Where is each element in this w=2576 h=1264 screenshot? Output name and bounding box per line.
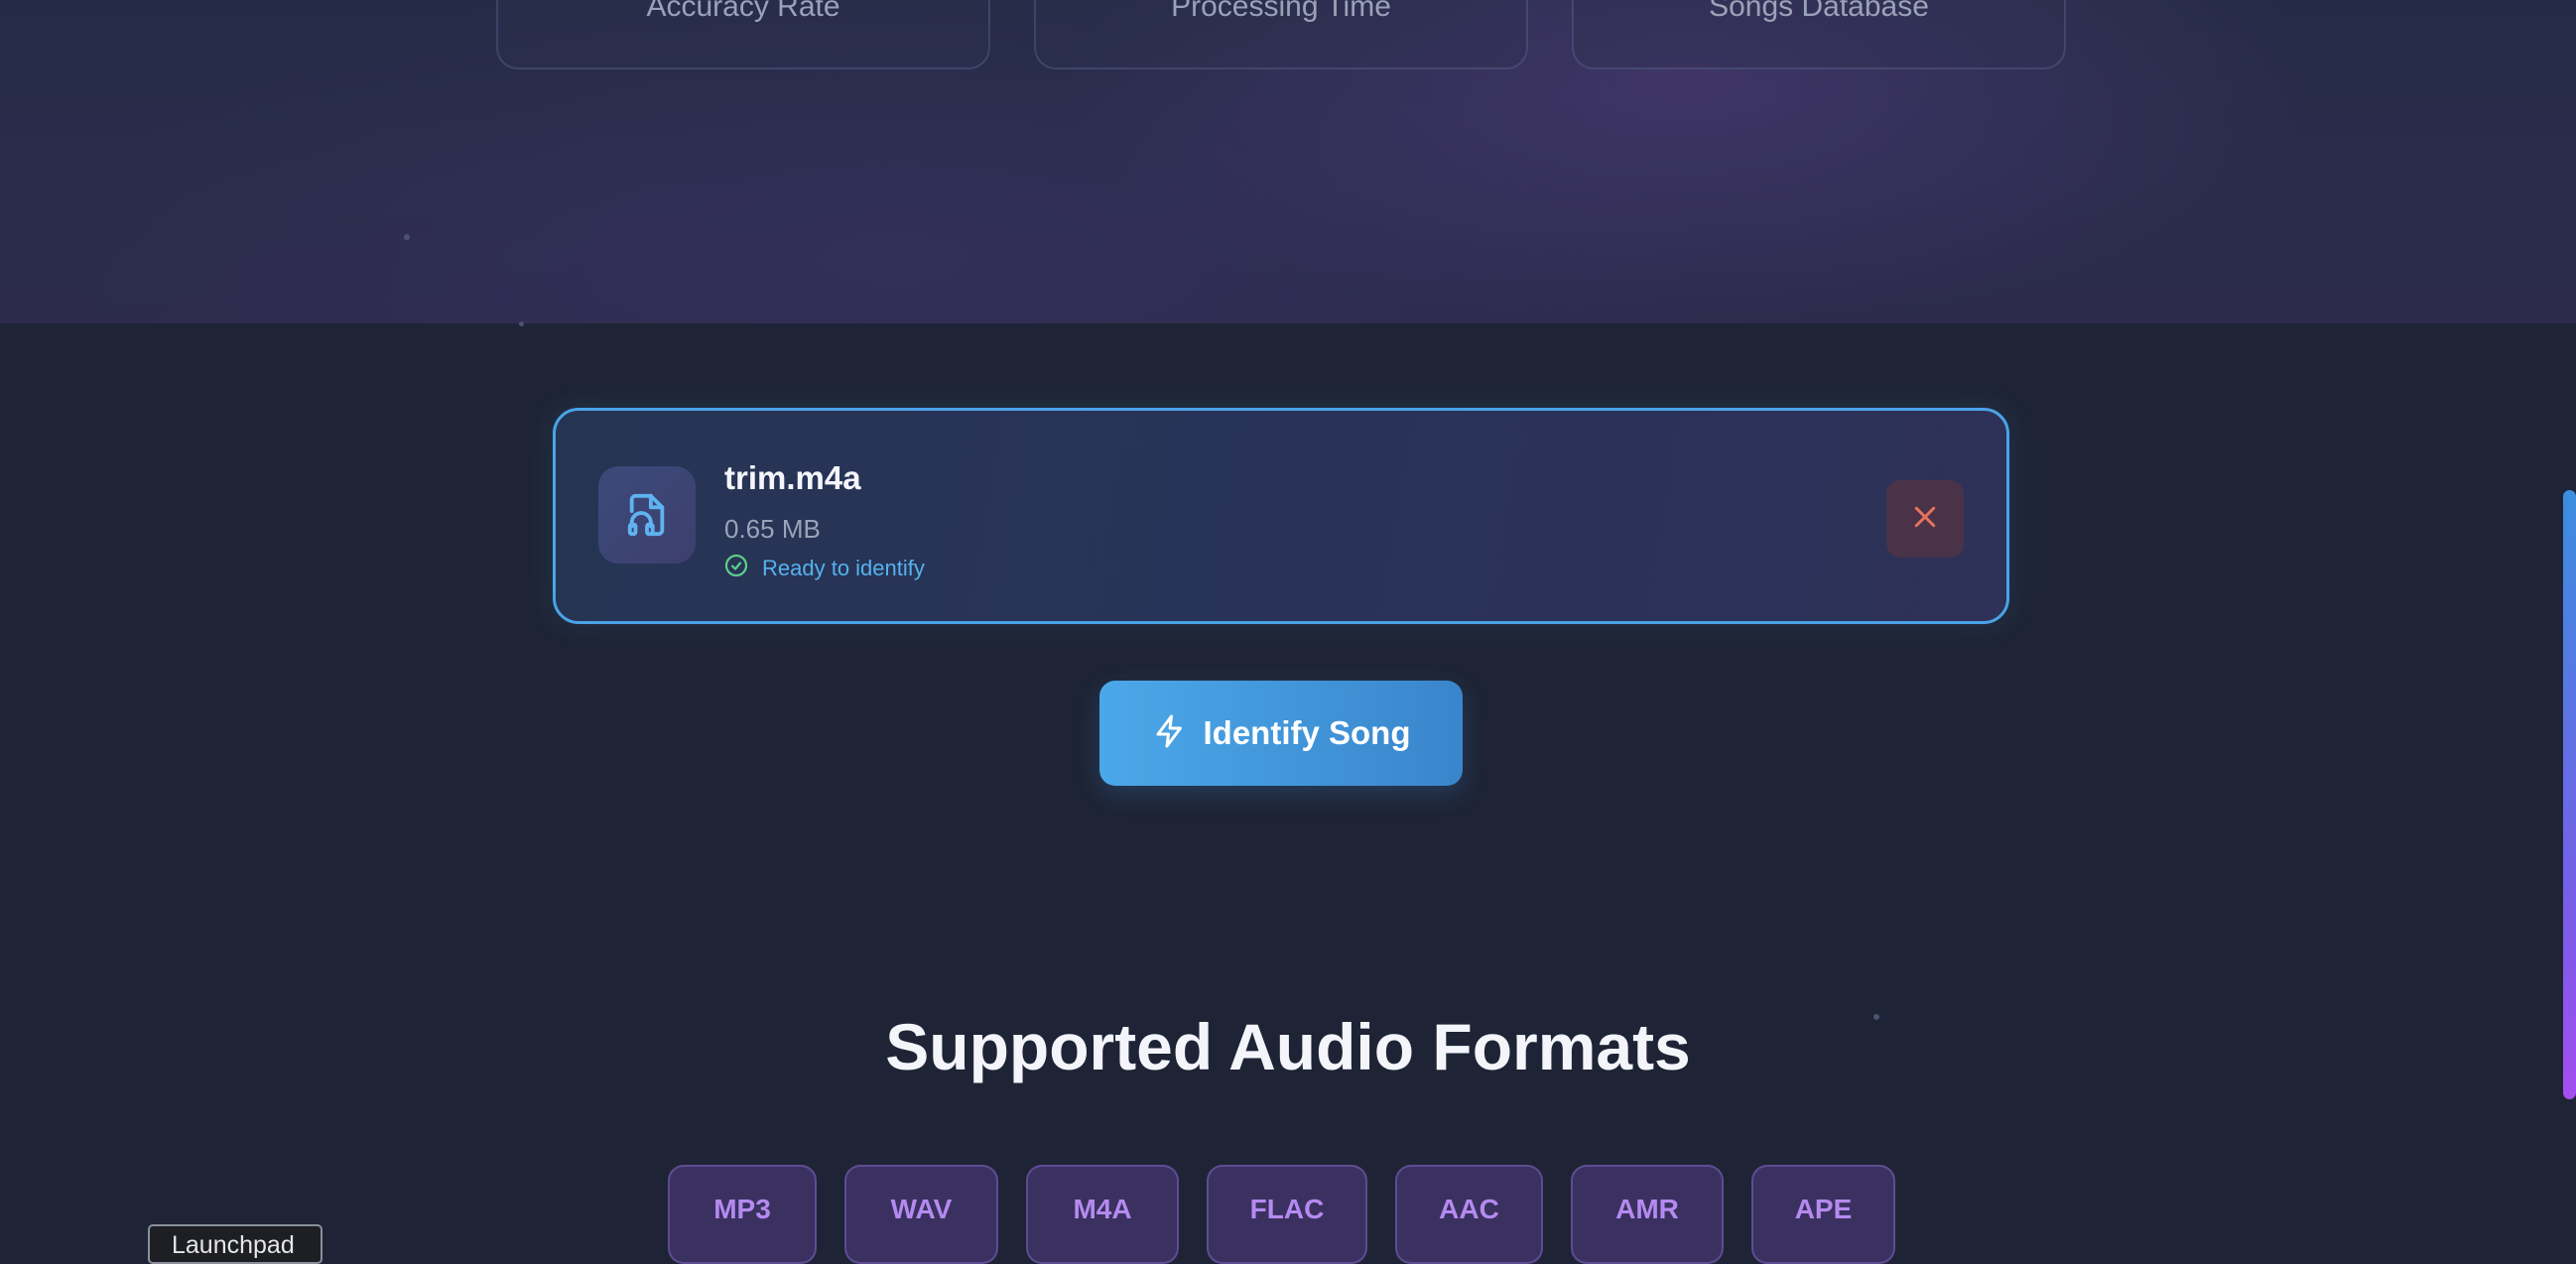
lightning-icon <box>1152 712 1188 755</box>
file-size: 0.65 MB <box>724 514 821 544</box>
format-label: AAC <box>1439 1194 1499 1224</box>
file-name: trim.m4a <box>724 459 861 496</box>
file-status: Ready to identify <box>724 554 925 582</box>
format-chip-mp3: MP3 <box>668 1165 817 1264</box>
format-label: AMR <box>1615 1194 1679 1224</box>
format-label: M4A <box>1073 1194 1132 1224</box>
stat-label: Processing Time <box>1171 0 1391 23</box>
formats-section-title: Supported Audio Formats <box>885 1010 1691 1083</box>
check-circle-icon <box>724 554 748 582</box>
format-chip-wav: WAV <box>844 1165 998 1264</box>
remove-file-button[interactable] <box>1886 480 1964 558</box>
hero-section: Accuracy Rate Processing Time Songs Data… <box>0 0 2576 326</box>
format-label: APE <box>1794 1194 1853 1224</box>
launchpad-tooltip: Launchpad <box>148 1224 322 1264</box>
decorative-dot <box>404 234 410 240</box>
identify-song-button[interactable]: Identify Song <box>1099 681 1463 786</box>
identify-song-label: Identify Song <box>1203 714 1411 751</box>
stat-label: Accuracy Rate <box>646 0 840 23</box>
file-audio-icon <box>598 466 696 564</box>
page-scrollbar[interactable] <box>2563 490 2576 1099</box>
format-chip-ape: APE <box>1751 1165 1895 1264</box>
uploaded-file-card: trim.m4a 0.65 MB Ready to identify <box>553 408 2009 624</box>
stat-card-accuracy: Accuracy Rate <box>496 0 990 69</box>
decorative-dot <box>519 321 524 326</box>
file-status-text: Ready to identify <box>762 555 925 580</box>
format-chip-aac: AAC <box>1395 1165 1543 1264</box>
format-chip-amr: AMR <box>1571 1165 1724 1264</box>
format-chip-flac: FLAC <box>1207 1165 1367 1264</box>
stat-card-processing: Processing Time <box>1034 0 1528 69</box>
close-icon <box>1910 502 1940 537</box>
stat-label: Songs Database <box>1709 0 1929 23</box>
format-label: FLAC <box>1249 1194 1325 1224</box>
format-chip-m4a: M4A <box>1026 1165 1179 1264</box>
stat-card-database: Songs Database <box>1572 0 2066 69</box>
format-label: WAV <box>890 1194 953 1224</box>
format-label: MP3 <box>713 1194 771 1224</box>
